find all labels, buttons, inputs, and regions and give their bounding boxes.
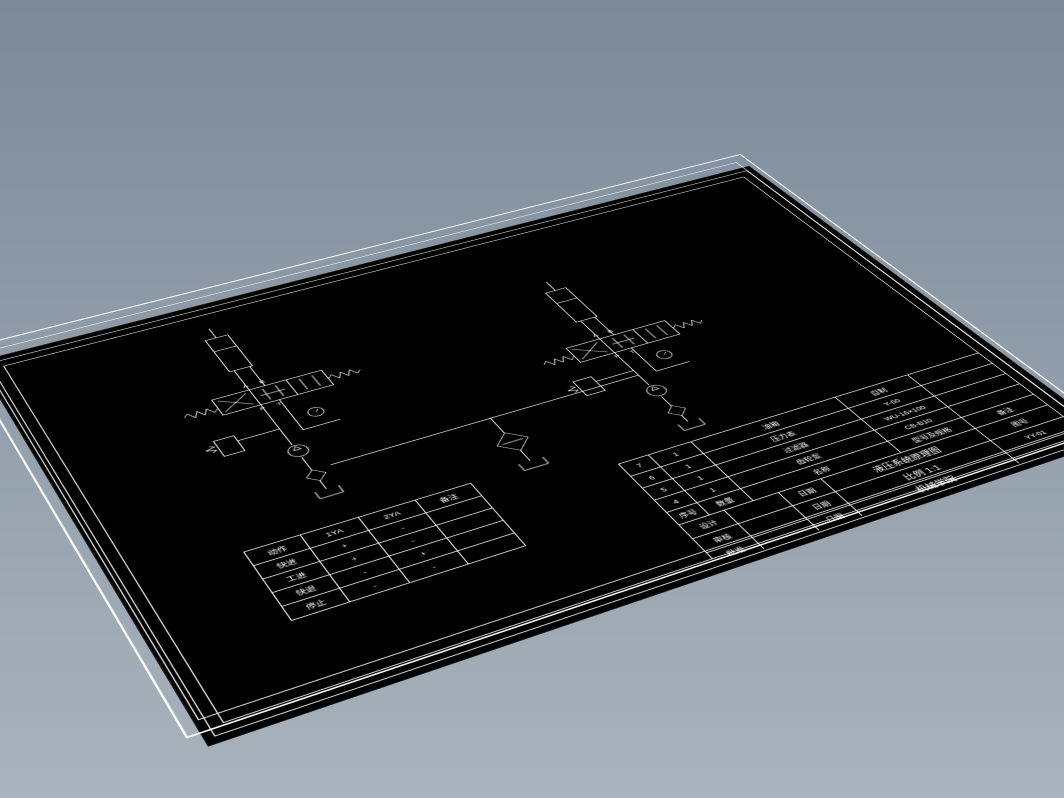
sheet-group: A B P T [0,166,1064,747]
